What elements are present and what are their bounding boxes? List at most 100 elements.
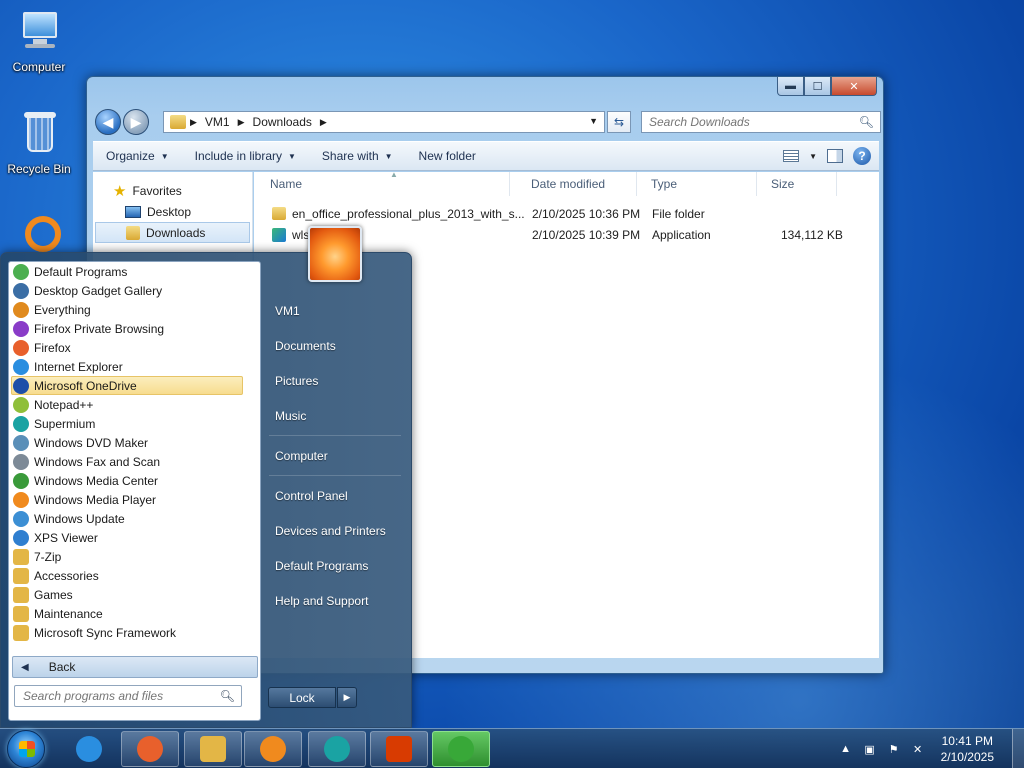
chevron-down-icon: ▼ xyxy=(160,151,169,161)
program-item[interactable]: Desktop Gadget Gallery xyxy=(9,281,260,300)
taskbar-media-player-button[interactable] xyxy=(244,731,302,767)
orange-app-icon[interactable] xyxy=(25,216,61,252)
taskbar: ▲ ▣ ⚑ ✕ 10:41 PM 2/10/2025 xyxy=(0,728,1024,768)
start-link-default-programs[interactable]: Default Programs xyxy=(265,548,405,583)
program-item[interactable]: Notepad++ xyxy=(9,395,260,414)
start-link-devices-printers[interactable]: Devices and Printers xyxy=(265,513,405,548)
firefox-private-icon xyxy=(13,320,29,337)
network-icon[interactable]: ▣ xyxy=(863,742,877,756)
program-item[interactable]: Windows DVD Maker xyxy=(9,433,260,452)
program-item[interactable]: Microsoft Sync Framework xyxy=(9,623,260,642)
nav-favorites[interactable]: ★ Favorites xyxy=(93,180,252,201)
nav-desktop[interactable]: Desktop xyxy=(93,201,252,222)
organize-button[interactable]: Organize ▼ xyxy=(93,149,182,163)
divider xyxy=(269,475,401,476)
nav-downloads[interactable]: Downloads xyxy=(95,222,250,243)
program-item[interactable]: Internet Explorer xyxy=(9,357,260,376)
column-type[interactable]: Type xyxy=(637,172,757,196)
include-in-library-button[interactable]: Include in library ▼ xyxy=(182,149,309,163)
star-icon: ★ xyxy=(113,182,127,200)
column-size-label: Size xyxy=(771,177,795,191)
chevron-down-icon[interactable]: ▼ xyxy=(589,116,598,126)
clock[interactable]: 10:41 PM 2/10/2025 xyxy=(941,733,994,765)
table-row[interactable]: en_office_professional_plus_2013_with_s.… xyxy=(254,204,879,225)
start-link-control-panel[interactable]: Control Panel xyxy=(265,478,405,513)
program-label: Supermium xyxy=(34,416,96,431)
maximize-button[interactable]: ☐ xyxy=(804,77,831,96)
search-icon: 🔍︎ xyxy=(858,115,874,129)
program-item[interactable]: Default Programs xyxy=(9,262,260,281)
program-label: Desktop Gadget Gallery xyxy=(34,283,163,298)
breadcrumb-separator-icon: ▶ xyxy=(319,116,327,127)
lock-button[interactable]: Lock xyxy=(268,687,336,708)
column-size[interactable]: Size xyxy=(757,172,837,196)
action-center-flag-icon[interactable]: ⚑ xyxy=(887,742,901,756)
start-link-music[interactable]: Music xyxy=(265,398,405,433)
file-date: 2/10/2025 10:36 PM xyxy=(532,207,641,221)
view-options-icon[interactable] xyxy=(783,150,800,162)
refresh-button[interactable]: ⇆ xyxy=(607,111,631,133)
back-button[interactable]: ◀ Back xyxy=(12,656,258,678)
desktop-icon-recycle-bin[interactable]: Recycle Bin xyxy=(1,110,77,176)
address-bar[interactable]: ▶ VM1 ▶ Downloads ▶ ▼ xyxy=(163,111,605,133)
column-name[interactable]: Name ▲ xyxy=(254,170,510,196)
taskbar-firefox-button[interactable] xyxy=(121,731,179,767)
search-input[interactable] xyxy=(642,112,852,132)
program-item[interactable]: 7-Zip xyxy=(9,547,260,566)
xps-icon xyxy=(13,529,29,546)
desktop-icon-label: Recycle Bin xyxy=(7,162,71,176)
preview-pane-icon[interactable] xyxy=(827,149,843,163)
shutdown-options-arrow-icon[interactable]: ▶ xyxy=(337,687,357,708)
minimize-button[interactable]: ▬ xyxy=(777,77,804,96)
start-link-pictures[interactable]: Pictures xyxy=(265,363,405,398)
start-search-input[interactable] xyxy=(15,686,215,706)
office-icon xyxy=(386,736,412,762)
computer-icon xyxy=(15,8,63,56)
close-button[interactable]: ✕ xyxy=(831,77,877,96)
program-item[interactable]: Windows Media Center xyxy=(9,471,260,490)
desktop-icon xyxy=(125,205,141,218)
start-button[interactable] xyxy=(7,730,45,768)
program-item[interactable]: Windows Fax and Scan xyxy=(9,452,260,471)
column-name-label: Name xyxy=(270,177,303,191)
volume-muted-icon[interactable]: ✕ xyxy=(911,742,925,756)
program-item[interactable]: Windows Update xyxy=(9,509,260,528)
breadcrumb-separator-icon: ▶ xyxy=(190,116,197,127)
column-date-modified[interactable]: Date modified xyxy=(517,172,637,196)
program-item[interactable]: XPS Viewer xyxy=(9,528,260,547)
program-item[interactable]: Windows Media Player xyxy=(9,490,260,509)
start-link-help-support[interactable]: Help and Support xyxy=(265,583,405,618)
program-item[interactable]: Games xyxy=(9,585,260,604)
start-link-computer[interactable]: Computer xyxy=(265,438,405,473)
chevron-down-icon[interactable]: ▼ xyxy=(809,152,817,161)
taskbar-installer-button[interactable] xyxy=(432,731,490,767)
desktop-icon-computer[interactable]: Computer xyxy=(1,8,77,74)
program-item[interactable]: Firefox Private Browsing xyxy=(9,319,260,338)
program-item[interactable]: Microsoft OneDrive xyxy=(11,376,243,395)
program-item[interactable]: Everything xyxy=(9,300,260,319)
back-button[interactable]: ◀ xyxy=(95,109,121,135)
show-hidden-icons-icon[interactable]: ▲ xyxy=(839,742,853,756)
share-with-button[interactable]: Share with ▼ xyxy=(309,149,406,163)
program-label: Firefox xyxy=(34,340,71,355)
forward-button[interactable]: ▶ xyxy=(123,109,149,135)
taskbar-file-explorer-button[interactable] xyxy=(184,731,242,767)
program-item[interactable]: Accessories xyxy=(9,566,260,585)
show-desktop-button[interactable] xyxy=(1012,729,1024,768)
system-tray: ▲ ▣ ⚑ ✕ 10:41 PM 2/10/2025 xyxy=(839,729,1024,768)
taskbar-supermium-button[interactable] xyxy=(308,731,366,767)
start-link-user[interactable]: VM1 xyxy=(265,293,405,328)
downloads-folder-icon xyxy=(126,225,140,240)
program-item[interactable]: Firefox xyxy=(9,338,260,357)
back-label: Back xyxy=(48,660,76,674)
program-item[interactable]: Supermium xyxy=(9,414,260,433)
taskbar-internet-explorer-button[interactable] xyxy=(60,731,118,767)
breadcrumb-vm1[interactable]: VM1 xyxy=(205,115,230,129)
program-item[interactable]: Maintenance xyxy=(9,604,260,623)
taskbar-office-button[interactable] xyxy=(370,731,428,767)
new-folder-button[interactable]: New folder xyxy=(406,149,489,163)
breadcrumb-downloads[interactable]: Downloads xyxy=(253,115,312,129)
help-icon[interactable]: ? xyxy=(853,147,871,165)
start-link-documents[interactable]: Documents xyxy=(265,328,405,363)
user-avatar[interactable] xyxy=(308,226,362,282)
